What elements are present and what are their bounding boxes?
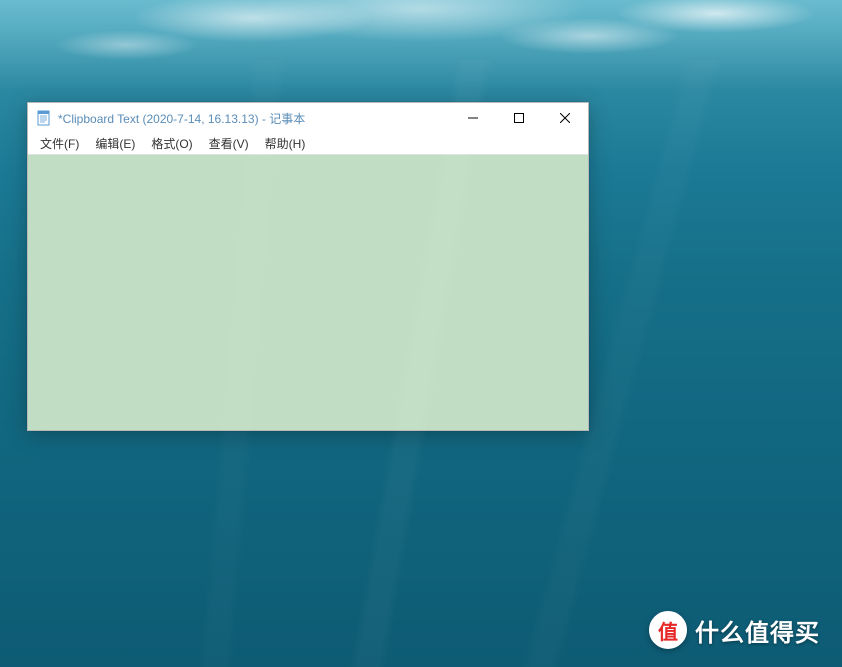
minimize-button[interactable] <box>450 103 496 133</box>
window-controls <box>450 103 588 133</box>
editor-container <box>28 154 588 430</box>
menu-view[interactable]: 查看(V) <box>201 133 257 154</box>
menu-edit[interactable]: 编辑(E) <box>87 133 143 154</box>
close-button[interactable] <box>542 103 588 133</box>
notepad-icon <box>36 110 52 126</box>
text-editor[interactable] <box>28 155 588 430</box>
maximize-button[interactable] <box>496 103 542 133</box>
notepad-window: *Clipboard Text (2020-7-14, 16.13.13) - … <box>27 102 589 431</box>
menu-file[interactable]: 文件(F) <box>32 133 87 154</box>
window-title: *Clipboard Text (2020-7-14, 16.13.13) - … <box>58 110 450 127</box>
menu-help[interactable]: 帮助(H) <box>257 133 314 154</box>
titlebar[interactable]: *Clipboard Text (2020-7-14, 16.13.13) - … <box>28 103 588 133</box>
menubar: 文件(F) 编辑(E) 格式(O) 查看(V) 帮助(H) <box>28 133 588 154</box>
watermark: 值 什么值得买 <box>649 611 820 649</box>
watermark-text: 什么值得买 <box>695 613 820 648</box>
watermark-badge-icon: 值 <box>649 611 687 649</box>
menu-format[interactable]: 格式(O) <box>143 133 200 154</box>
